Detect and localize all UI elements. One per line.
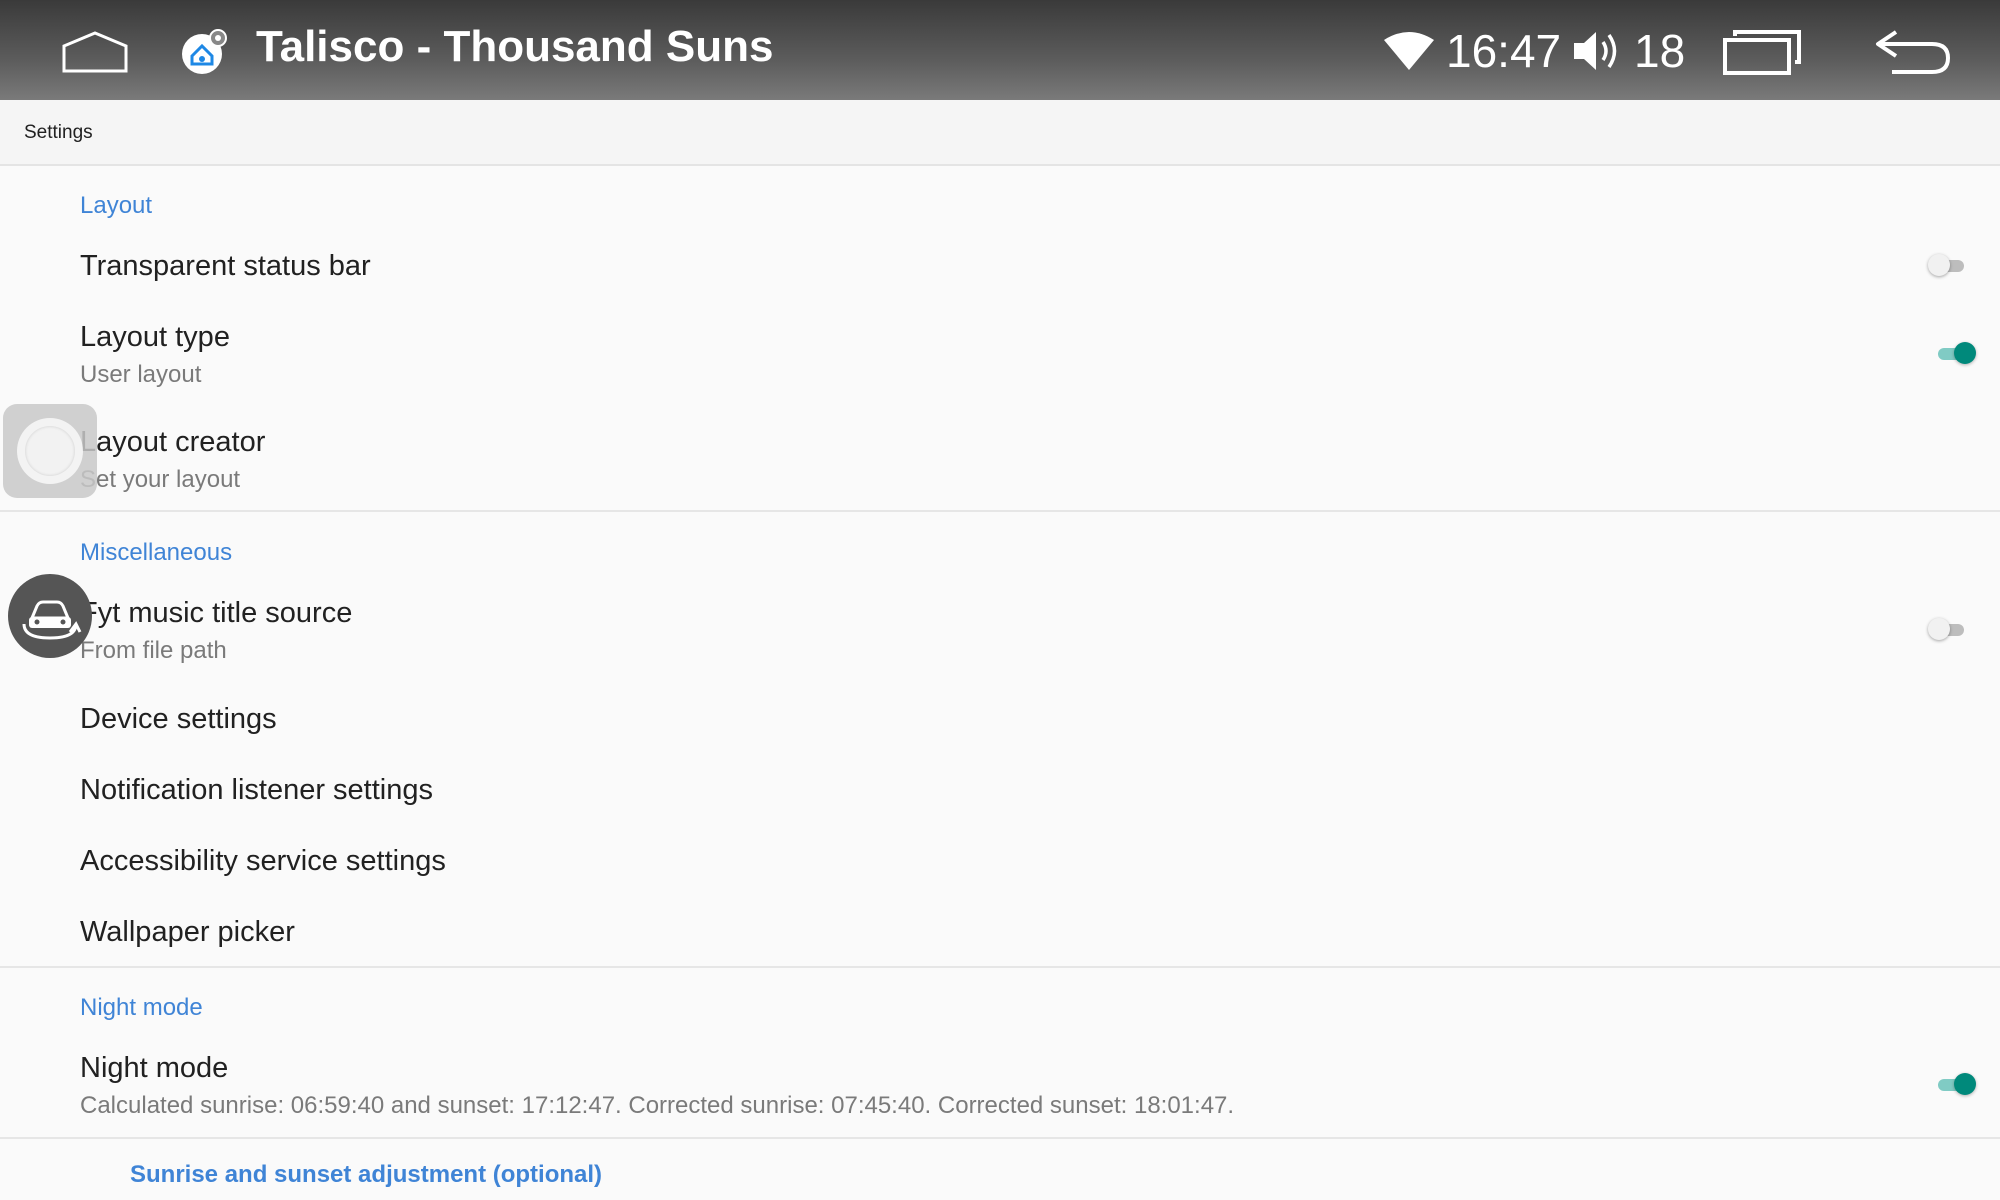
clock: 16:47 bbox=[1446, 25, 1562, 77]
app-toolbar: Settings bbox=[0, 100, 2000, 166]
fyt-music-title-source-summary: From file path bbox=[80, 637, 227, 664]
fyt-music-title-source-switch[interactable] bbox=[1928, 616, 1968, 644]
night-mode-summary: Calculated sunrise: 06:59:40 and sunset:… bbox=[80, 1092, 1235, 1119]
category-night-mode-header: Night mode bbox=[80, 994, 203, 1021]
now-playing-title: Talisco - Thousand Suns bbox=[256, 22, 774, 71]
launcher-settings-icon[interactable] bbox=[180, 28, 228, 76]
assistive-touch-center bbox=[25, 426, 75, 476]
device-settings-item[interactable]: Device settings bbox=[80, 703, 277, 736]
night-mode-title[interactable]: Night mode bbox=[80, 1052, 228, 1085]
layout-type-summary: User layout bbox=[80, 361, 202, 388]
category-miscellaneous-header: Miscellaneous bbox=[80, 539, 233, 566]
back-icon[interactable] bbox=[1872, 26, 1952, 76]
home-icon[interactable] bbox=[60, 30, 130, 74]
volume-icon[interactable] bbox=[1572, 28, 1622, 74]
layout-creator-title[interactable]: Layout creator bbox=[80, 426, 265, 459]
wallpaper-picker-item[interactable]: Wallpaper picker bbox=[80, 916, 295, 949]
fyt-music-title-source-title[interactable]: Fyt music title source bbox=[80, 597, 352, 630]
transparent-status-bar-title[interactable]: Transparent status bar bbox=[80, 250, 371, 283]
volume-level: 18 bbox=[1634, 25, 1686, 77]
recent-apps-icon[interactable] bbox=[1722, 26, 1802, 76]
sunrise-sunset-adjustment-header[interactable]: Sunrise and sunset adjustment (optional) bbox=[130, 1161, 602, 1189]
section-divider bbox=[0, 510, 2000, 512]
car-icon bbox=[22, 600, 82, 640]
switch-thumb bbox=[1954, 342, 1976, 364]
accessibility-service-settings-item[interactable]: Accessibility service settings bbox=[80, 845, 446, 878]
layout-type-switch[interactable] bbox=[1936, 340, 1976, 368]
switch-thumb bbox=[1928, 254, 1950, 276]
notification-listener-settings-item[interactable]: Notification listener settings bbox=[80, 774, 433, 807]
night-mode-switch[interactable] bbox=[1936, 1071, 1976, 1099]
layout-type-title[interactable]: Layout type bbox=[80, 321, 230, 354]
switch-thumb bbox=[1954, 1073, 1976, 1095]
wifi-icon bbox=[1384, 32, 1434, 70]
category-layout-header: Layout bbox=[80, 192, 153, 219]
switch-thumb bbox=[1928, 618, 1950, 640]
car-overlay-button[interactable] bbox=[8, 574, 92, 658]
status-bar: Talisco - Thousand Suns 16:47 18 bbox=[0, 0, 2000, 100]
toolbar-title: Settings bbox=[24, 122, 93, 143]
assistive-touch-button[interactable] bbox=[3, 404, 97, 498]
section-divider bbox=[0, 966, 2000, 968]
section-divider bbox=[0, 1137, 2000, 1139]
layout-creator-summary: Set your layout bbox=[80, 466, 241, 493]
transparent-status-bar-switch[interactable] bbox=[1928, 252, 1968, 280]
